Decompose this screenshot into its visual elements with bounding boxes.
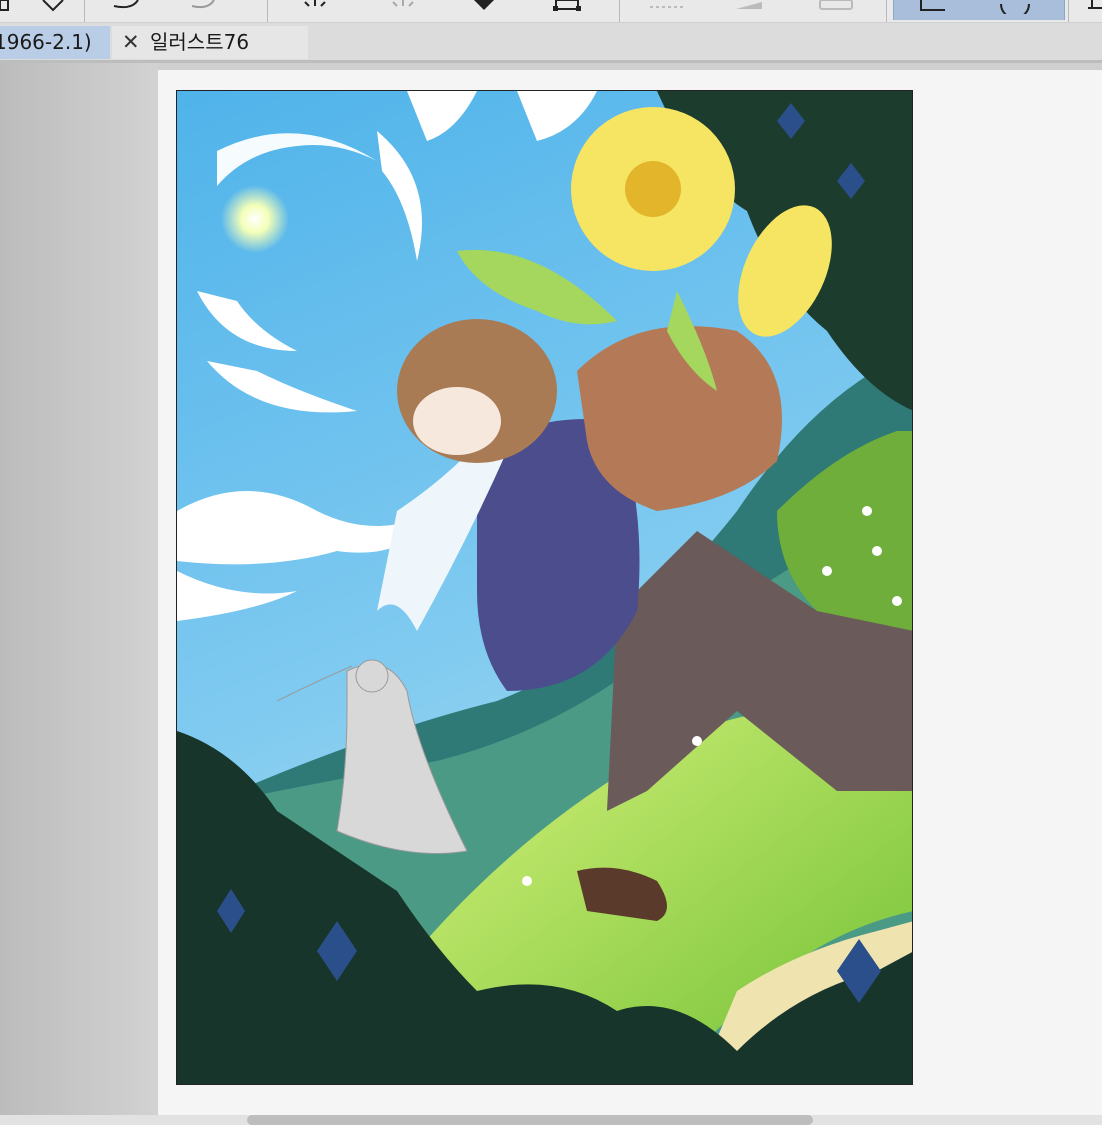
document-tab-bar: 1966-2.1) ✕ 일러스트76 (0, 23, 1102, 60)
diamond-tool-icon[interactable] (0, 0, 14, 14)
top-toolbar (0, 0, 1102, 23)
shape-tool-icon[interactable] (40, 0, 66, 14)
sunflower-main (571, 107, 735, 271)
tab-document-2[interactable]: ✕ 일러스트76 (112, 26, 308, 59)
artwork-canvas[interactable] (176, 90, 913, 1085)
fill-icon[interactable] (468, 0, 498, 14)
gradient-icon[interactable] (732, 0, 772, 14)
blend-icon[interactable] (190, 0, 220, 14)
workspace-shadow (0, 63, 158, 1115)
transform-icon[interactable] (550, 0, 586, 14)
selection-tool-icon[interactable] (915, 0, 955, 14)
tab-label: 일러스트76 (150, 30, 250, 54)
tab-document-1[interactable]: 1966-2.1) (0, 26, 110, 59)
dim-sparkle-icon[interactable] (388, 0, 418, 14)
close-icon[interactable]: ✕ (122, 26, 140, 59)
circle-tool-icon[interactable] (995, 0, 1035, 14)
sun (221, 185, 289, 253)
sparkle-icon[interactable] (300, 0, 330, 14)
more-icon[interactable] (1084, 0, 1102, 14)
keyboard-icon[interactable] (816, 0, 856, 14)
curve-tool-icon[interactable] (112, 0, 142, 14)
tab-label: 1966-2.1) (0, 30, 92, 54)
horizontal-scrollbar-thumb[interactable] (247, 1115, 813, 1125)
character-face (413, 387, 501, 455)
grid-icon[interactable] (648, 0, 688, 14)
